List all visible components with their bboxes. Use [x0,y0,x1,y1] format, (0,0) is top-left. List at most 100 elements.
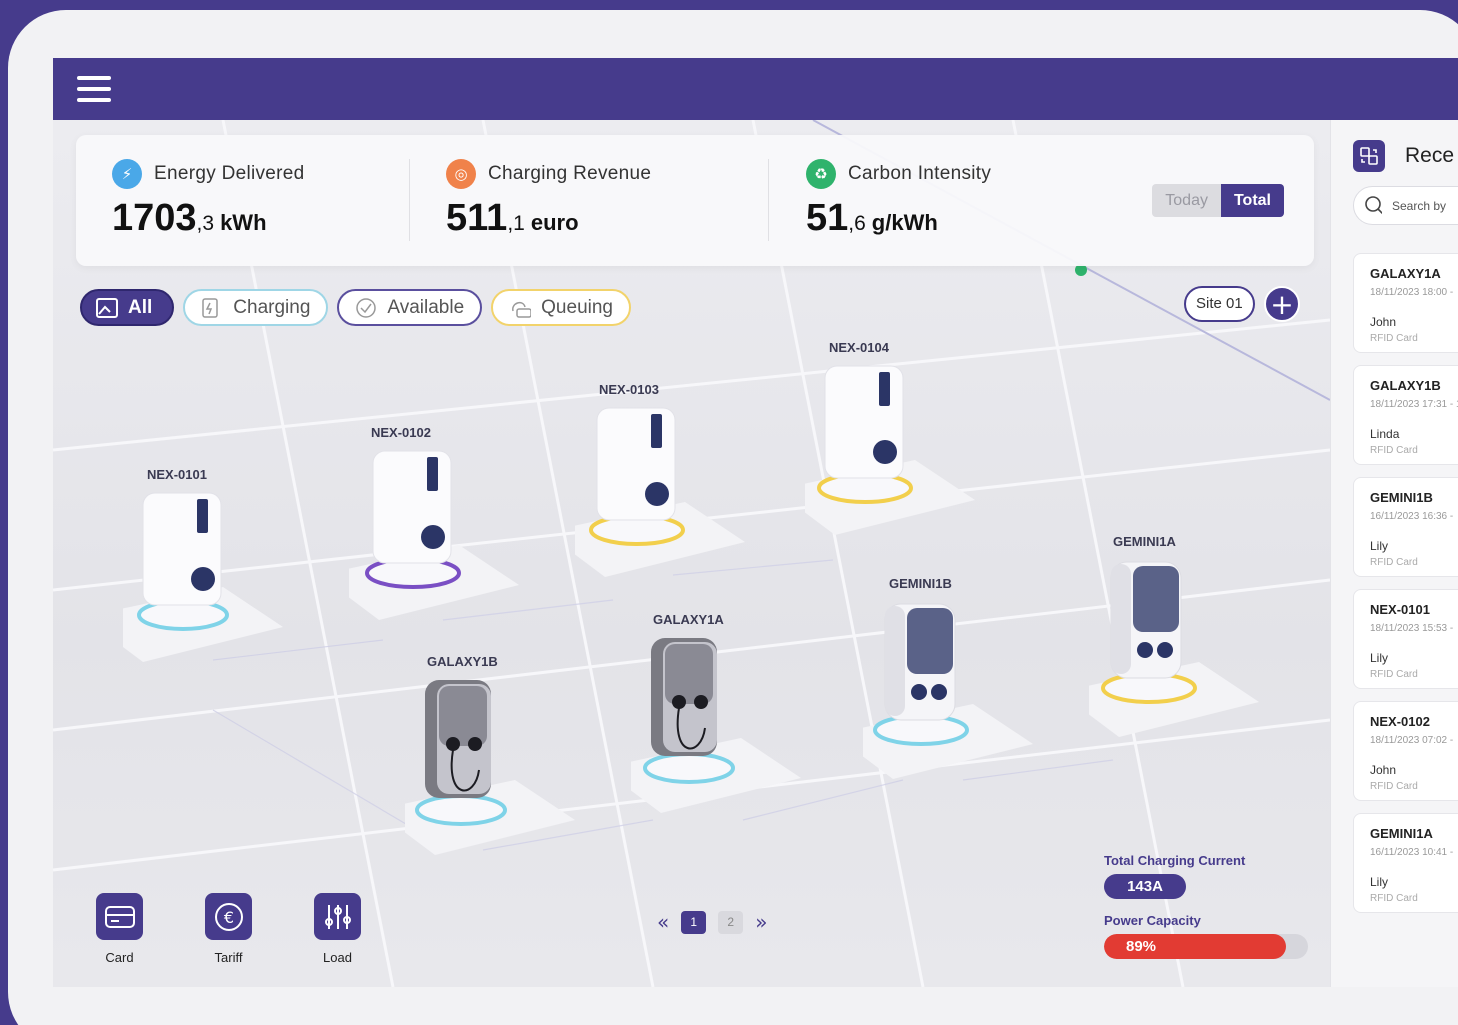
galaxy-charger-icon [631,638,801,813]
period-toggle: Today Total [1152,184,1284,217]
transaction-station: NEX-0102 [1370,714,1430,729]
transaction-item[interactable]: NEX-0101 18/11/2023 15:53 - Lily RFID Ca… [1353,589,1458,689]
transaction-station: NEX-0101 [1370,602,1430,617]
sliders-icon [314,893,361,940]
gallery-icon [96,297,118,319]
divider [768,159,769,241]
filter-label: Available [387,296,465,318]
station-label: GALAXY1A [653,612,724,627]
app-screen: NEX-0101 NEX-0102 NEX-0103 NEX-0104 GALA… [53,58,1458,987]
transaction-station: GALAXY1B [1370,378,1441,393]
filter-queuing[interactable]: Queuing [491,289,631,326]
transaction-item[interactable]: GEMINI1A 16/11/2023 10:41 - Lily RFID Ca… [1353,813,1458,913]
transaction-item[interactable]: GALAXY1B 18/11/2023 17:31 - 1 Linda RFID… [1353,365,1458,465]
power-capacity-bar: 89% [1104,934,1308,959]
transaction-item[interactable]: NEX-0102 18/11/2023 07:02 - John RFID Ca… [1353,701,1458,801]
transactions-icon [1353,140,1385,172]
page-2-button[interactable]: 2 [718,910,744,934]
charging-icon [201,297,223,319]
next-page-button[interactable]: » [755,910,767,934]
transaction-date: 16/11/2023 16:36 - [1370,511,1454,522]
page-1-button[interactable]: 1 [681,910,707,934]
transaction-method: RFID Card [1370,557,1418,568]
menu-icon[interactable] [77,76,111,102]
power-capacity-label: Power Capacity [1104,913,1201,928]
station-label: NEX-0104 [829,340,889,355]
filter-available[interactable]: Available [337,289,483,326]
filter-all[interactable]: All [80,289,175,326]
status-filters: All Charging Available Queuing [80,289,631,326]
station-label: GALAXY1B [427,654,498,669]
transaction-method: RFID Card [1370,333,1418,344]
charging-current-label: Total Charging Current [1104,853,1246,868]
nex-charger-icon [575,407,745,577]
card-tool[interactable]: Card [96,893,143,965]
search-input[interactable] [1392,198,1458,213]
transaction-date: 18/11/2023 15:53 - [1370,623,1454,634]
transaction-date: 18/11/2023 18:00 - [1370,287,1454,298]
transaction-station: GEMINI1A [1370,826,1433,841]
divider [409,159,410,241]
transaction-method: RFID Card [1370,445,1418,456]
transaction-search [1353,186,1458,225]
load-tool[interactable]: Load [314,893,361,965]
filter-charging[interactable]: Charging [183,289,329,326]
stat-unit: g/kWh [871,210,938,235]
nex-charger-icon [805,365,975,535]
transaction-item[interactable]: GALAXY1A 18/11/2023 18:00 - John RFID Ca… [1353,253,1458,353]
transaction-user: Linda [1370,427,1400,441]
prev-page-button[interactable]: « [657,910,669,934]
gemini-charger-icon [863,603,1033,779]
tariff-tool[interactable]: € Tariff [205,893,252,965]
stat-value: 1703 [112,197,197,239]
filter-label: Charging [233,296,311,318]
transaction-station: GEMINI1B [1370,490,1433,505]
charging-revenue-stat: ◎ Charging Revenue 511,1 euro [446,159,651,240]
transaction-user: Lily [1370,875,1389,889]
transaction-date: 18/11/2023 07:02 - [1370,735,1454,746]
transaction-user: Lily [1370,539,1389,553]
stat-decimal: ,3 [196,212,215,235]
nex-charger-icon [123,492,283,662]
stats-card: ⚡ Energy Delivered 1703,3 kWh ◎ Charging … [76,135,1314,266]
carbon-intensity-stat: ♻ Carbon Intensity 51,6 g/kWh [806,159,991,240]
today-tab[interactable]: Today [1152,184,1221,217]
stat-label: Carbon Intensity [848,163,992,184]
check-badge-icon [355,297,377,319]
nex-charger-icon [349,450,519,620]
stat-decimal: ,1 [507,212,525,235]
filter-label: Queuing [541,296,613,318]
coin-icon: ◎ [446,159,476,189]
stat-unit: euro [530,210,579,235]
queue-icon [509,297,532,319]
charging-current-value: 143A [1104,874,1186,899]
energy-delivered-stat: ⚡ Energy Delivered 1703,3 kWh [112,159,305,240]
site-selector[interactable]: Site 01 [1184,286,1255,322]
galaxy-charger-icon [405,680,575,855]
svg-text:€: € [223,908,233,927]
transaction-method: RFID Card [1370,893,1418,904]
transaction-item[interactable]: GEMINI1B 16/11/2023 16:36 - Lily RFID Ca… [1353,477,1458,577]
station-label: GEMINI1A [1113,534,1176,549]
stat-value: 51 [806,197,849,239]
transaction-method: RFID Card [1370,781,1418,792]
top-bar [53,58,1458,120]
euro-icon: € [205,893,252,940]
station-label: NEX-0103 [599,382,659,397]
add-site-button[interactable]: + [1264,286,1300,322]
station-label: NEX-0101 [147,467,207,482]
load-gauges: Total Charging Current 143A Power Capaci… [1104,853,1308,959]
total-tab[interactable]: Total [1220,184,1284,217]
tool-label: Card [105,950,134,965]
panel-header: Rece [1353,140,1454,172]
transaction-user: Lily [1370,651,1389,665]
transaction-date: 18/11/2023 17:31 - 1 [1370,399,1458,410]
stat-label: Energy Delivered [154,163,305,184]
search-icon [1365,195,1382,214]
station-label: GEMINI1B [889,576,952,591]
transaction-date: 16/11/2023 10:41 - [1370,847,1454,858]
tool-label: Tariff [214,950,243,965]
station-label: NEX-0102 [371,425,431,440]
tool-bar: Card € Tariff Load [96,893,361,965]
stat-label: Charging Revenue [488,163,652,184]
